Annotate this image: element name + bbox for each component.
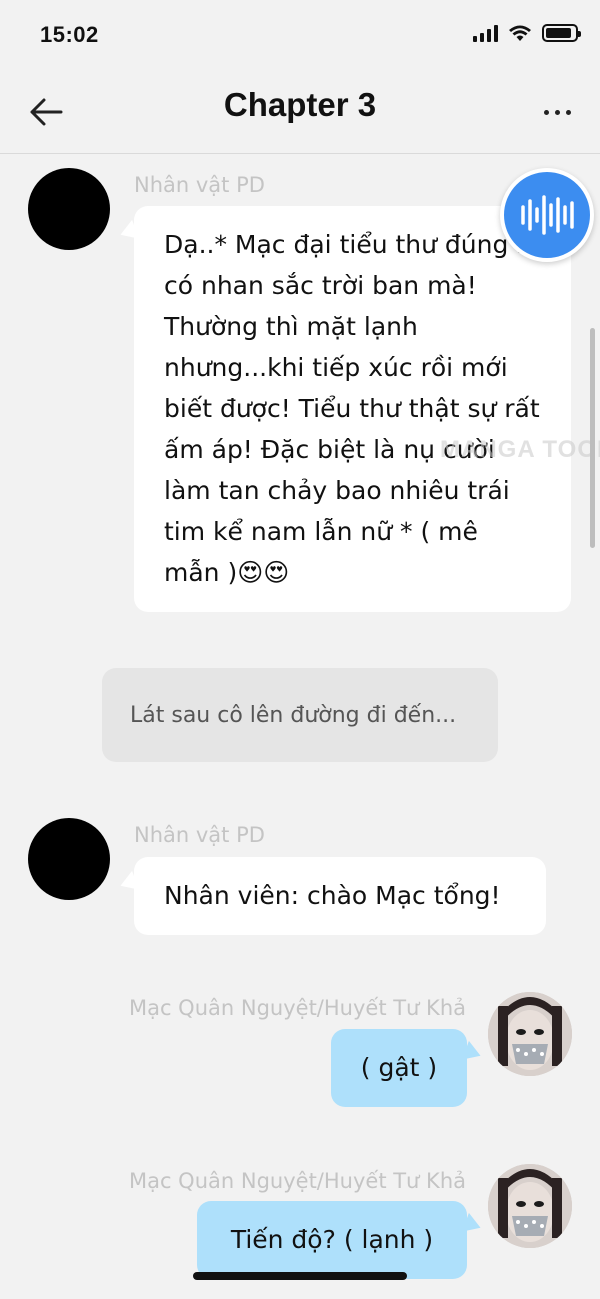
avatar[interactable]: [488, 992, 572, 1076]
scrollbar[interactable]: [590, 328, 595, 548]
status-time: 15:02: [40, 22, 99, 47]
avatar[interactable]: [28, 168, 110, 250]
more-dot: [554, 109, 560, 115]
watermark: MANGA TOON: [440, 436, 600, 463]
sender-name: Nhân vật PD: [134, 173, 265, 197]
message-text: Dạ..* Mạc đại tiểu thư đúng là có nhan s…: [164, 230, 540, 587]
status-icons: [473, 24, 581, 42]
status-bar: 15:02: [0, 0, 600, 72]
narration-text: Lát sau cô lên đường đi đến...: [130, 702, 457, 728]
sender-name: Mạc Quân Nguyệt/Huyết Tư Khả: [128, 996, 466, 1020]
chat-bubble[interactable]: Tiến độ? ( lạnh ): [197, 1201, 467, 1279]
wifi-icon: [509, 25, 531, 41]
chat-bubble[interactable]: Dạ..* Mạc đại tiểu thư đúng là có nhan s…: [134, 206, 571, 612]
avatar-image: [488, 992, 572, 1076]
sender-name: Nhân vật PD: [134, 823, 265, 847]
message-text: Tiến độ? ( lạnh ): [230, 1225, 434, 1254]
more-options-button[interactable]: [532, 92, 582, 132]
narration-bubble[interactable]: Lát sau cô lên đường đi đến...: [102, 668, 498, 762]
chapter-header: Chapter 3: [0, 72, 600, 154]
battery-level: [546, 28, 572, 38]
cellular-signal-icon: [473, 24, 498, 42]
avatar[interactable]: [488, 1164, 572, 1248]
battery-icon: [542, 24, 581, 42]
page-title: Chapter 3: [223, 86, 377, 123]
more-horizontal-icon: [543, 109, 549, 115]
chat-bubble[interactable]: ( gật ): [331, 1029, 467, 1107]
voice-button[interactable]: [500, 168, 594, 262]
more-dot: [565, 109, 571, 115]
chat-bubble[interactable]: Nhân viên: chào Mạc tổng!: [134, 857, 546, 935]
message-text: ( gật ): [360, 1053, 438, 1082]
home-indicator[interactable]: [193, 1272, 407, 1280]
voice-waveform-icon: [521, 195, 574, 235]
avatar-image: [488, 1164, 572, 1248]
sender-name: Mạc Quân Nguyệt/Huyết Tư Khả: [128, 1169, 466, 1193]
message-text: Nhân viên: chào Mạc tổng!: [164, 881, 501, 910]
avatar[interactable]: [28, 818, 110, 900]
